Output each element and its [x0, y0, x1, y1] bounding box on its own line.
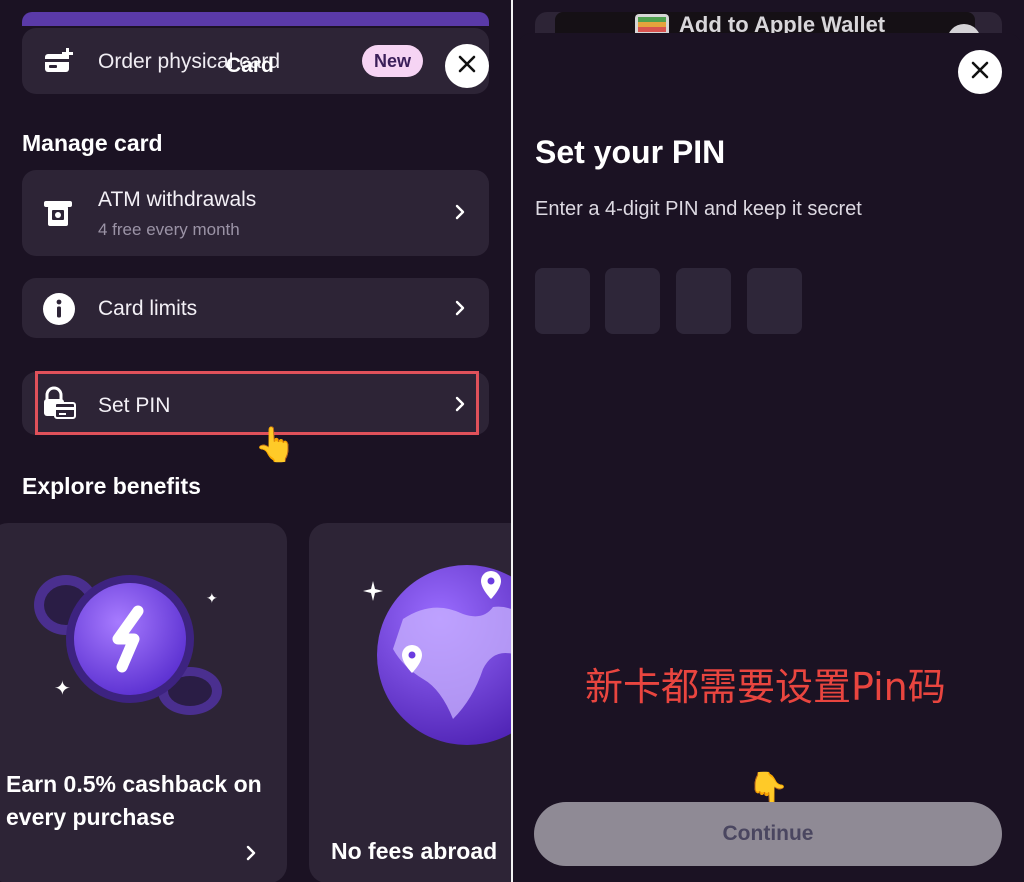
- card-add-icon: [44, 48, 74, 81]
- chevron-right-icon: [455, 300, 465, 321]
- info-icon: [42, 292, 76, 331]
- svg-text:✦: ✦: [206, 591, 218, 607]
- set-pin-subtitle: Enter a 4-digit PIN and keep it secret: [535, 198, 862, 220]
- card-limits-label: Card limits: [98, 297, 198, 320]
- chevron-right-icon: [246, 845, 256, 866]
- continue-button[interactable]: Continue: [534, 802, 1002, 866]
- cashback-benefit-text: Earn 0.5% cashback on every purchase: [6, 771, 262, 830]
- page-title: Card: [226, 54, 274, 77]
- pin-digit-input-1[interactable]: [535, 268, 590, 334]
- new-badge: New: [362, 45, 424, 77]
- atm-icon: [42, 198, 74, 235]
- pointing-hand-icon: 👆: [254, 426, 297, 464]
- card-screen: Order physical card Card New Manage card…: [0, 0, 511, 882]
- pin-digit-input-3[interactable]: [676, 268, 731, 334]
- cashback-benefit-card[interactable]: ✦ ✦ Earn 0.5% cashback on every purchase: [0, 523, 287, 882]
- pin-digit-input-2[interactable]: [605, 268, 660, 334]
- globe-illustration: [353, 559, 511, 764]
- svg-text:✦: ✦: [54, 676, 71, 700]
- atm-withdrawals-sublabel: 4 free every month: [98, 220, 240, 239]
- card-preview-edge: [22, 12, 489, 26]
- no-fees-benefit-text: No fees abroad: [331, 838, 498, 864]
- chevron-right-icon: [455, 204, 465, 225]
- annotation-note: 新卡都需要设置Pin码: [585, 665, 946, 709]
- order-physical-card-row[interactable]: Order physical card Card New: [22, 28, 489, 94]
- manage-card-heading: Manage card: [22, 130, 163, 156]
- no-fees-benefit-card[interactable]: No fees abroad: [309, 523, 511, 882]
- close-button[interactable]: [958, 50, 1002, 94]
- atm-withdrawals-row[interactable]: ATM withdrawals 4 free every month: [22, 170, 489, 256]
- close-icon: [971, 61, 989, 84]
- coin-illustration: ✦ ✦: [30, 563, 230, 728]
- close-button[interactable]: [445, 44, 489, 88]
- pointing-hand-icon: 👆: [747, 770, 790, 808]
- set-pin-title: Set your PIN: [535, 134, 726, 170]
- set-pin-screen: Add to Apple Wallet Set your PIN Enter a…: [513, 0, 1024, 882]
- close-icon: [458, 55, 476, 78]
- explore-benefits-heading: Explore benefits: [22, 473, 201, 499]
- atm-withdrawals-label: ATM withdrawals: [98, 188, 257, 211]
- card-limits-row[interactable]: Card limits: [22, 278, 489, 338]
- pin-digit-input-4[interactable]: [747, 268, 802, 334]
